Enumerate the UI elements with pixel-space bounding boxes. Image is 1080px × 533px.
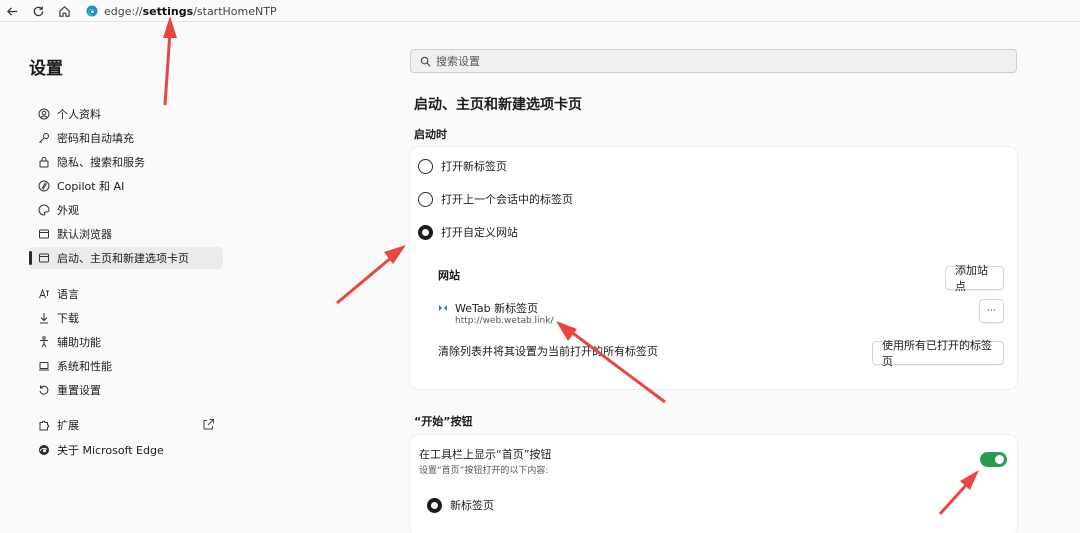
sidebar-item-label: 关于 Microsoft Edge <box>57 444 164 457</box>
radio-option-previous-session[interactable]: 打开上一个会话中的标签页 <box>418 190 573 208</box>
sidebar-item-label: 隐私、搜索和服务 <box>57 156 145 169</box>
sidebar-item-privacy[interactable]: 隐私、搜索和服务 <box>29 151 223 173</box>
radio-option-home-new-tab[interactable]: 新标签页 <box>427 496 494 514</box>
puzzle-icon <box>37 418 51 432</box>
sidebar-item-label: 密码和自动填充 <box>57 132 134 145</box>
radio-button-selected[interactable] <box>427 497 442 513</box>
radio-label: 打开自定义网站 <box>441 226 518 239</box>
sidebar-item-label: 个人资料 <box>57 108 101 121</box>
palette-icon <box>37 203 51 217</box>
back-arrow-icon <box>6 6 17 16</box>
sidebar-item-system[interactable]: 系统和性能 <box>29 355 223 377</box>
lock-icon <box>37 155 51 169</box>
sidebar-item-reset[interactable]: 重置设置 <box>29 379 223 401</box>
toggle-knob <box>995 455 1004 464</box>
home-button[interactable] <box>55 2 73 20</box>
open-external-icon[interactable] <box>202 418 215 431</box>
sidebar-item-default-browser[interactable]: 默认浏览器 <box>29 223 223 245</box>
address-bar: edge://settings/startHomeNTP <box>0 0 1080 22</box>
site-name: WeTab 新标签页 <box>455 302 539 315</box>
search-icon <box>420 56 431 66</box>
sidebar-item-label: 语言 <box>57 288 79 301</box>
sidebar-item-passwords[interactable]: 密码和自动填充 <box>29 127 223 149</box>
sidebar-item-label: 重置设置 <box>57 384 101 397</box>
sidebar-item-accessibility[interactable]: 辅助功能 <box>29 331 223 353</box>
radio-option-custom-sites[interactable]: 打开自定义网站 <box>418 223 518 241</box>
use-all-tabs-button[interactable]: 使用所有已打开的标签页 <box>872 339 1004 368</box>
site-url: http://web.wetab.link/ <box>455 316 554 326</box>
copilot-icon <box>37 179 51 193</box>
url-prefix: edge:// <box>104 4 143 18</box>
edge-icon <box>37 443 51 457</box>
back-button[interactable] <box>3 2 21 20</box>
sidebar-item-label: 启动、主页和新建选项卡页 <box>57 252 189 265</box>
refresh-icon <box>33 5 43 16</box>
url-field[interactable]: edge://settings/startHomeNTP <box>82 1 1080 21</box>
sidebar-item-label: 扩展 <box>57 419 79 432</box>
add-site-button[interactable]: 添加站点 <box>945 264 1004 293</box>
browser-icon <box>37 227 51 241</box>
radio-button-selected[interactable] <box>418 224 433 240</box>
sidebar-item-appearance[interactable]: 外观 <box>29 199 223 221</box>
url-suffix: /startHomeNTP <box>193 4 277 18</box>
language-icon <box>37 287 51 301</box>
sidebar-title: 设置 <box>29 59 63 79</box>
sidebar-item-copilot[interactable]: Copilot 和 AI <box>29 175 223 197</box>
radio-label: 打开上一个会话中的标签页 <box>441 193 573 206</box>
radio-button[interactable] <box>418 191 433 207</box>
home-description: 设置“首页”按钮打开的以下内容: <box>419 466 549 476</box>
sidebar-item-label: Copilot 和 AI <box>57 180 125 193</box>
settings-search[interactable] <box>410 49 1017 73</box>
clear-list-text: 清除列表并将其设置为当前打开的所有标签页 <box>438 345 658 358</box>
sites-label: 网站 <box>438 269 460 282</box>
sidebar-item-label: 默认浏览器 <box>57 228 112 241</box>
reset-icon <box>37 383 51 397</box>
search-input[interactable] <box>436 54 996 68</box>
sidebar-item-startup[interactable]: 启动、主页和新建选项卡页 <box>29 247 223 269</box>
show-home-label: 在工具栏上显示“首页”按钮 <box>419 448 552 461</box>
refresh-button[interactable] <box>29 2 47 20</box>
more-options-button[interactable]: ··· <box>979 299 1004 323</box>
sidebar-item-profile[interactable]: 个人资料 <box>29 103 223 125</box>
radio-button[interactable] <box>418 158 433 174</box>
laptop-icon <box>37 359 51 373</box>
url-bold: settings <box>142 4 194 18</box>
sidebar-item-label: 系统和性能 <box>57 360 112 373</box>
radio-label: 打开新标签页 <box>441 160 507 173</box>
radio-option-new-tab[interactable]: 打开新标签页 <box>418 157 507 175</box>
sidebar-item-downloads[interactable]: 下载 <box>29 307 223 329</box>
edge-logo-icon <box>86 5 98 17</box>
sidebar-item-label: 下载 <box>57 312 79 325</box>
home-button-heading: “开始”按钮 <box>414 415 473 428</box>
download-icon <box>37 311 51 325</box>
sidebar-item-language[interactable]: 语言 <box>29 283 223 305</box>
sidebar-item-about[interactable]: 关于 Microsoft Edge <box>29 439 223 461</box>
radio-label: 新标签页 <box>450 499 494 512</box>
home-page-icon <box>37 251 51 265</box>
sidebar-item-label: 外观 <box>57 204 79 217</box>
startup-heading: 启动时 <box>414 128 447 141</box>
home-button-toggle[interactable] <box>980 452 1007 467</box>
key-icon <box>37 131 51 145</box>
profile-icon <box>37 107 51 121</box>
home-icon <box>58 5 70 17</box>
page-title: 启动、主页和新建选项卡页 <box>414 97 582 113</box>
accessibility-icon <box>37 335 51 349</box>
wetab-site-icon <box>439 305 447 311</box>
sidebar-item-label: 辅助功能 <box>57 336 101 349</box>
sidebar-item-extensions[interactable]: 扩展 <box>29 414 223 436</box>
